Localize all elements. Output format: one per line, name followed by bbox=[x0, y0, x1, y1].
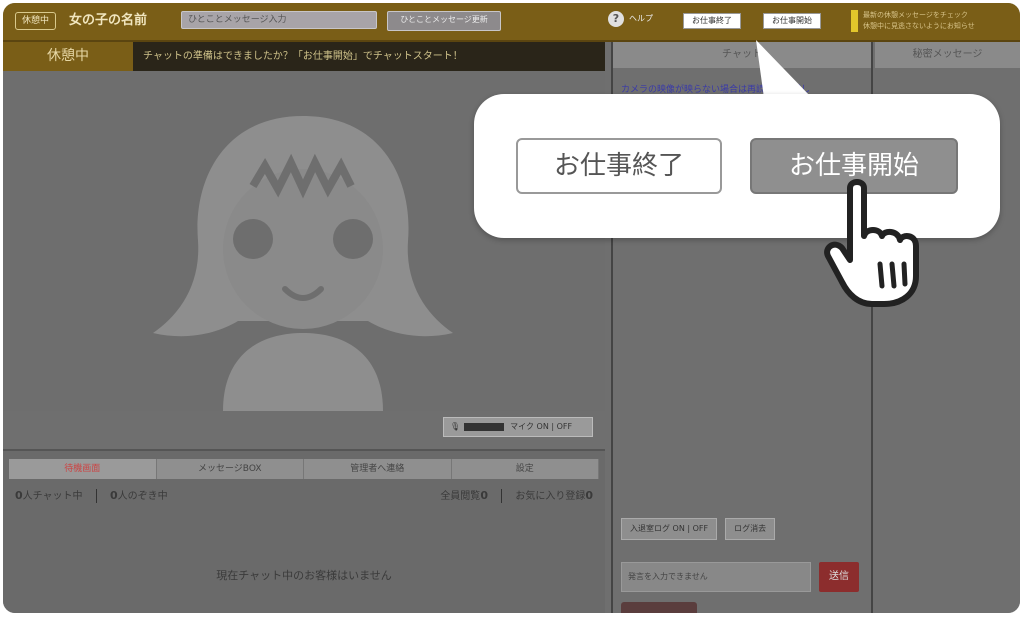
chat-extra-button[interactable] bbox=[621, 602, 697, 613]
favorite-count: 0 bbox=[585, 489, 593, 502]
tab-waiting[interactable]: 待機画面 bbox=[9, 459, 157, 479]
log-clear-button[interactable]: ログ消去 bbox=[725, 518, 776, 540]
viewer-counts-left: 0人チャット中 0人のぞき中 bbox=[15, 487, 168, 503]
help-label[interactable]: ヘルプ bbox=[629, 13, 653, 24]
chat-header: チャット bbox=[613, 42, 871, 68]
mic-toggle-label[interactable]: マイク ON | OFF bbox=[510, 422, 572, 431]
pointer-hand-icon bbox=[824, 179, 919, 307]
lower-panel: 待機画面 メッセージBOX 管理者へ連絡 設定 0人チャット中 0人のぞき中 全… bbox=[3, 449, 605, 613]
total-view-count: 0 bbox=[480, 489, 488, 502]
tab-message-box[interactable]: メッセージBOX bbox=[156, 459, 304, 479]
mic-control[interactable]: 🎙 マイク ON | OFF bbox=[443, 417, 593, 437]
favorite-label: お気に入り登録 bbox=[515, 491, 586, 502]
lower-tabs: 待機画面 メッセージBOX 管理者へ連絡 設定 bbox=[9, 459, 599, 479]
notice-line-1: 最新の休憩メッセージをチェック bbox=[863, 11, 968, 19]
rest-badge: 休憩中 bbox=[3, 42, 133, 71]
chatting-count: 0 bbox=[15, 489, 23, 502]
help-icon[interactable]: ? bbox=[608, 11, 624, 27]
no-customer-message: 現在チャット中のお客様はいません bbox=[216, 569, 392, 582]
log-toggle-button[interactable]: 入退室ログ ON | OFF bbox=[621, 518, 718, 540]
oneline-message-input[interactable]: ひとことメッセージ入力 bbox=[181, 11, 377, 29]
log-controls: 入退室ログ ON | OFF ログ消去 bbox=[621, 518, 776, 540]
callout-tail bbox=[756, 40, 812, 98]
rest-message: チャットの準備はできましたか？「お仕事開始」でチャットスタート！ bbox=[143, 51, 463, 62]
chatting-count-label: 人チャット中 bbox=[22, 491, 83, 502]
work-end-button-small[interactable]: お仕事終了 bbox=[683, 13, 741, 29]
total-view-label: 全員閲覧 bbox=[440, 491, 481, 502]
status-pill: 休憩中 bbox=[15, 12, 57, 30]
notice-icon bbox=[851, 10, 858, 32]
send-button[interactable]: 送信 bbox=[819, 562, 859, 592]
mic-level-meter bbox=[464, 422, 505, 431]
oneline-update-button[interactable]: ひとことメッセージ更新 bbox=[387, 11, 501, 31]
work-start-button-small[interactable]: お仕事開始 bbox=[763, 13, 821, 29]
tab-contact-admin[interactable]: 管理者へ連絡 bbox=[304, 459, 452, 479]
tab-settings[interactable]: 設定 bbox=[451, 459, 599, 479]
viewer-counts-right: 全員閲覧0 お気に入り登録0 bbox=[440, 487, 593, 503]
notice-line-2: 休憩中に見逃さないようにお知らせ bbox=[863, 22, 975, 30]
chat-input[interactable]: 発言を入力できません bbox=[621, 562, 811, 592]
header-notice: 最新の休憩メッセージをチェック 休憩中に見逃さないようにお知らせ bbox=[863, 10, 1013, 32]
mic-icon: 🎙 bbox=[450, 422, 461, 431]
work-end-button[interactable]: お仕事終了 bbox=[516, 138, 722, 194]
divider bbox=[501, 489, 503, 503]
girl-name: 女の子の名前 bbox=[69, 13, 148, 28]
status-strip: 休憩中 チャットの準備はできましたか？「お仕事開始」でチャットスタート！ bbox=[3, 42, 605, 71]
secret-header: 秘密メッセージ bbox=[875, 42, 1020, 68]
chat-send-row: 発言を入力できません 送信 bbox=[621, 562, 861, 592]
header-bar: 休憩中 女の子の名前 ひとことメッセージ入力 ひとことメッセージ更新 ? ヘルプ… bbox=[3, 3, 1020, 42]
waiting-count-label: 人のぞき中 bbox=[117, 491, 168, 502]
waiting-count: 0 bbox=[109, 489, 118, 502]
divider bbox=[95, 489, 97, 503]
